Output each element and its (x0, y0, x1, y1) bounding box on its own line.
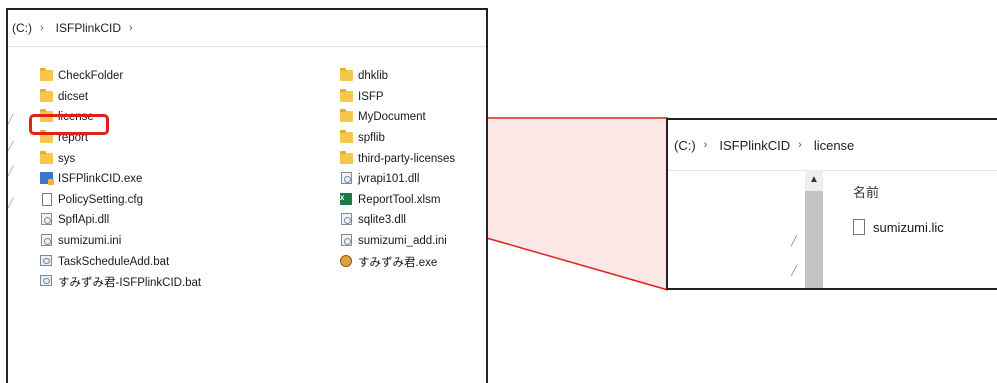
file-label: sys (58, 152, 76, 165)
folder-icon (340, 68, 354, 83)
pin-icon: ╱ (8, 141, 14, 151)
file-label: license (58, 111, 94, 124)
folder-icon (40, 109, 54, 124)
dll-icon (40, 213, 54, 227)
chevron-right-icon: › (798, 139, 802, 151)
list-item[interactable]: すみずみ君-ISFPlinkCID.bat (40, 272, 240, 293)
breadcrumb: (C:) › ISFPlinkCID › (8, 10, 486, 47)
pin-icon: ╱ (8, 166, 14, 176)
column-header-name[interactable]: 名前 (853, 182, 879, 201)
list-item[interactable]: sumizumi.lic (853, 219, 944, 235)
folder-icon (340, 130, 354, 145)
list-item[interactable]: CheckFolder (40, 66, 240, 87)
file-label: CheckFolder (58, 70, 124, 83)
breadcrumb-folder[interactable]: ISFPlinkCID (56, 21, 121, 35)
ini-icon (40, 234, 54, 248)
dll-icon (340, 172, 354, 186)
dll-icon (340, 213, 354, 227)
chevron-right-icon: › (129, 22, 133, 34)
list-item[interactable]: すみずみ君.exe (340, 251, 486, 272)
list-item[interactable]: sys (40, 148, 240, 169)
pin-icon: ╱ (791, 266, 798, 277)
list-item[interactable]: sqlite3.dll (340, 210, 486, 231)
list-item[interactable]: spflib (340, 128, 486, 149)
list-item[interactable]: report (40, 128, 240, 149)
file-icon (40, 192, 54, 207)
folder-icon (40, 130, 54, 145)
chevron-right-icon: › (40, 22, 44, 34)
bat-icon (40, 254, 54, 269)
file-label: third-party-licenses (358, 152, 456, 165)
file-column-1: CheckFolder dicset license report sys ISFPlin… (40, 66, 240, 293)
list-item[interactable]: sumizumi_add.ini (340, 231, 486, 252)
file-label: sumizumi_add.ini (358, 235, 447, 248)
file-label: すみずみ君-ISFPlinkCID.bat (58, 277, 202, 290)
scroll-up-icon[interactable]: ▲ (809, 174, 819, 185)
breadcrumb-subfolder[interactable]: license (814, 138, 854, 153)
list-item[interactable]: ISFPlinkCID.exe (40, 169, 240, 190)
folder-icon (340, 88, 354, 104)
file-label: PolicySetting.cfg (58, 193, 144, 206)
explorer-window-license: (C:) › ISFPlinkCID › license ▲ ╱ ╱ 名前 su… (666, 118, 997, 290)
nav-pane-scrollbar[interactable]: ▲ (805, 170, 823, 288)
file-label: sumizumi.ini (58, 235, 122, 248)
file-label: TaskScheduleAdd.bat (58, 255, 170, 268)
file-label: dhklib (358, 70, 389, 83)
exe-icon (40, 172, 54, 186)
file-label: ISFP (358, 90, 384, 103)
file-label: spflib (358, 132, 385, 145)
pin-icon: ╱ (8, 198, 14, 208)
list-item[interactable]: jvrapi101.dll (340, 169, 486, 190)
list-item[interactable]: third-party-licenses (340, 148, 486, 169)
breadcrumb-drive[interactable]: (C:) (674, 138, 696, 153)
list-item[interactable]: x ReportTool.xlsm (340, 190, 486, 211)
list-item[interactable]: SpflApi.dll (40, 210, 240, 231)
file-list: CheckFolder dicset license report sys ISFPlin… (40, 66, 480, 356)
list-item[interactable]: ISFP (340, 87, 486, 108)
file-label: jvrapi101.dll (358, 173, 420, 186)
explorer-window-isfplinkcid: (C:) › ISFPlinkCID › ╱ ╱ ╱ ╱ CheckFolder… (6, 8, 488, 383)
file-icon (853, 219, 865, 235)
list-item[interactable]: TaskScheduleAdd.bat (40, 251, 240, 272)
app-icon (340, 254, 354, 269)
list-item[interactable]: PolicySetting.cfg (40, 190, 240, 211)
folder-icon (40, 88, 54, 104)
breadcrumb-folder[interactable]: ISFPlinkCID (719, 138, 790, 153)
folder-icon (340, 109, 354, 124)
bat-icon (40, 275, 54, 289)
file-label: SpflApi.dll (58, 214, 110, 227)
file-label: sumizumi.lic (873, 219, 944, 235)
folder-icon (40, 150, 54, 166)
file-label: すみずみ君.exe (358, 256, 438, 269)
folder-icon (340, 150, 354, 166)
file-label: dicset (58, 90, 89, 103)
list-item[interactable]: license (40, 107, 240, 128)
excel-icon: x (340, 192, 354, 207)
list-item[interactable]: sumizumi.ini (40, 231, 240, 252)
file-label: sqlite3.dll (358, 214, 406, 227)
pin-icon: ╱ (8, 114, 14, 124)
chevron-right-icon: › (703, 139, 708, 151)
ini-icon (340, 234, 354, 248)
file-label: ReportTool.xlsm (358, 193, 441, 206)
list-item[interactable]: dhklib (340, 66, 486, 87)
breadcrumb: (C:) › ISFPlinkCID › license (668, 120, 997, 171)
file-label: report (58, 132, 89, 145)
list-item[interactable]: MyDocument (340, 107, 486, 128)
pin-icon: ╱ (791, 236, 798, 247)
list-item[interactable]: dicset (40, 87, 240, 108)
folder-icon (40, 68, 54, 83)
breadcrumb-drive[interactable]: (C:) (12, 21, 32, 35)
file-label: MyDocument (358, 111, 426, 124)
file-label: ISFPlinkCID.exe (58, 173, 143, 186)
file-column-2: dhklib ISFP MyDocument spflib third-party-li… (340, 66, 486, 272)
scroll-thumb[interactable] (805, 191, 823, 288)
